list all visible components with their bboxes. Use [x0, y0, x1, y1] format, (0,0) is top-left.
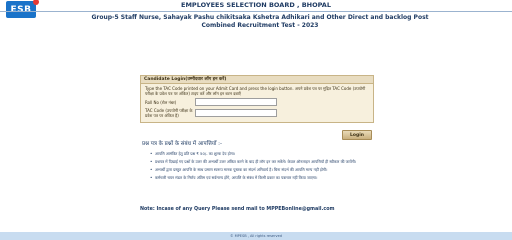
login-button[interactable]: Login [342, 130, 372, 140]
objections-list: आपत्ति आमंत्रित हेतु प्रति प्रश्न ₹ 50/-… [150, 151, 370, 183]
roll-no-input[interactable] [195, 98, 277, 106]
roll-no-row: Roll No (रोल नंबर) [145, 98, 369, 106]
objections-heading: प्रश्न पत्र के प्रश्नों के संबंध में आपत… [142, 141, 223, 147]
header-divider [0, 11, 512, 12]
page-title: EMPLOYEES SELECTION BOARD , BHOPAL [181, 1, 331, 9]
tac-code-label: TAC Code (उपयोगी परीक्षा के प्रवेश पत्र … [145, 108, 193, 118]
page-subtitle: Group-5 Staff Nurse, Sahayak Pashu chiki… [91, 14, 429, 29]
list-item: प्रश्नपत्र में दिखाई गए प्रश्नों के उत्त… [150, 159, 370, 164]
list-item: कर्मचारी चयन मंडल के निर्णय अंतिम एवं सर… [150, 175, 370, 180]
footer: © MPESB , All rights reserved [0, 232, 512, 240]
tac-code-input[interactable] [195, 109, 277, 117]
query-note: Note: Incase of any Query Please send ma… [140, 207, 335, 212]
footer-copyright: © MPESB , All rights reserved [230, 234, 282, 238]
login-instructions: Type the TAC Code printed on your Admit … [145, 86, 366, 96]
login-heading: Candidate Login(उम्मीदवार लॉग इन करें) [141, 76, 373, 84]
tac-code-row: TAC Code (उपयोगी परीक्षा के प्रवेश पत्र … [145, 108, 369, 118]
candidate-login-panel: Candidate Login(उम्मीदवार लॉग इन करें) T… [140, 75, 374, 123]
list-item: अभ्यर्थी द्वारा प्रस्तुत आपत्ति के साथ प… [150, 167, 370, 172]
list-item: आपत्ति आमंत्रित हेतु प्रति प्रश्न ₹ 50/-… [150, 151, 370, 156]
roll-no-label: Roll No (रोल नंबर) [145, 99, 177, 105]
